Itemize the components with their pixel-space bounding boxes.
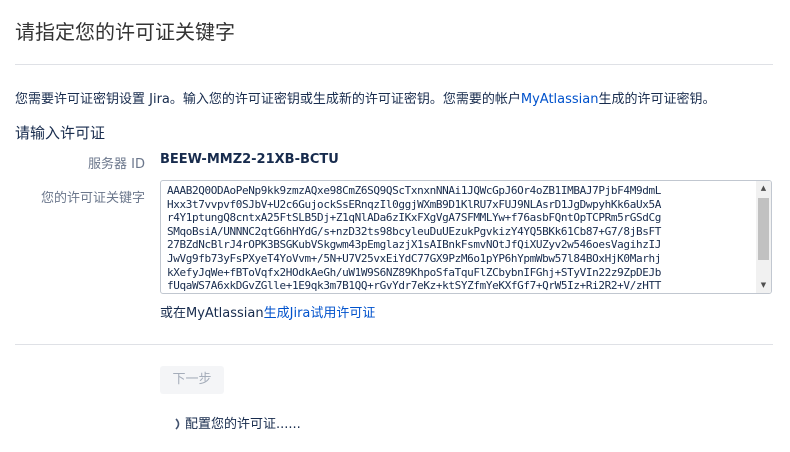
description-text: 您需要许可证密钥设置 Jira。输入您的许可证密钥或生成新的许可证密钥。您需要的…: [15, 92, 521, 107]
scroll-down-arrow-icon[interactable]: ▼: [756, 278, 771, 293]
progress-status: 配置您的许可证......: [174, 413, 301, 432]
license-key-textarea[interactable]: AAAB2Q0ODAoPeNp9kk9zmzAQxe98CmZ6SQ9QScTx…: [160, 180, 772, 294]
description-text-end: 生成的许可证密钥。: [598, 92, 716, 107]
header-divider: [15, 64, 773, 65]
generate-trial-license-link[interactable]: 生成Jira试用许可证: [264, 306, 376, 321]
license-description: 您需要许可证密钥设置 Jira。输入您的许可证密钥或生成新的许可证密钥。您需要的…: [15, 88, 716, 107]
license-key-label: 您的许可证关键字: [40, 191, 145, 206]
license-key-text[interactable]: AAAB2Q0ODAoPeNp9kk9zmzAQxe98CmZ6SQ9QScTx…: [167, 184, 757, 292]
server-id-label: 服务器 ID: [88, 157, 145, 172]
server-id-value: BEEW-MMZ2-21XB-BCTU: [160, 152, 339, 167]
trial-text: 或在MyAtlassian: [160, 306, 264, 321]
license-scrollbar[interactable]: ▲ ▼: [756, 181, 771, 293]
spinner-icon: [175, 418, 180, 430]
scroll-thumb[interactable]: [758, 198, 769, 260]
progress-text: 配置您的许可证......: [185, 417, 301, 432]
trial-license-line: 或在MyAtlassian生成Jira试用许可证: [160, 302, 375, 321]
page-title: 请指定您的许可证关键字: [15, 20, 235, 44]
footer-divider: [15, 344, 773, 345]
scroll-up-arrow-icon[interactable]: ▲: [756, 181, 771, 196]
section-title: 请输入许可证: [15, 124, 106, 142]
next-button[interactable]: 下一步: [160, 366, 224, 394]
myatlassian-link[interactable]: MyAtlassian: [521, 92, 599, 107]
